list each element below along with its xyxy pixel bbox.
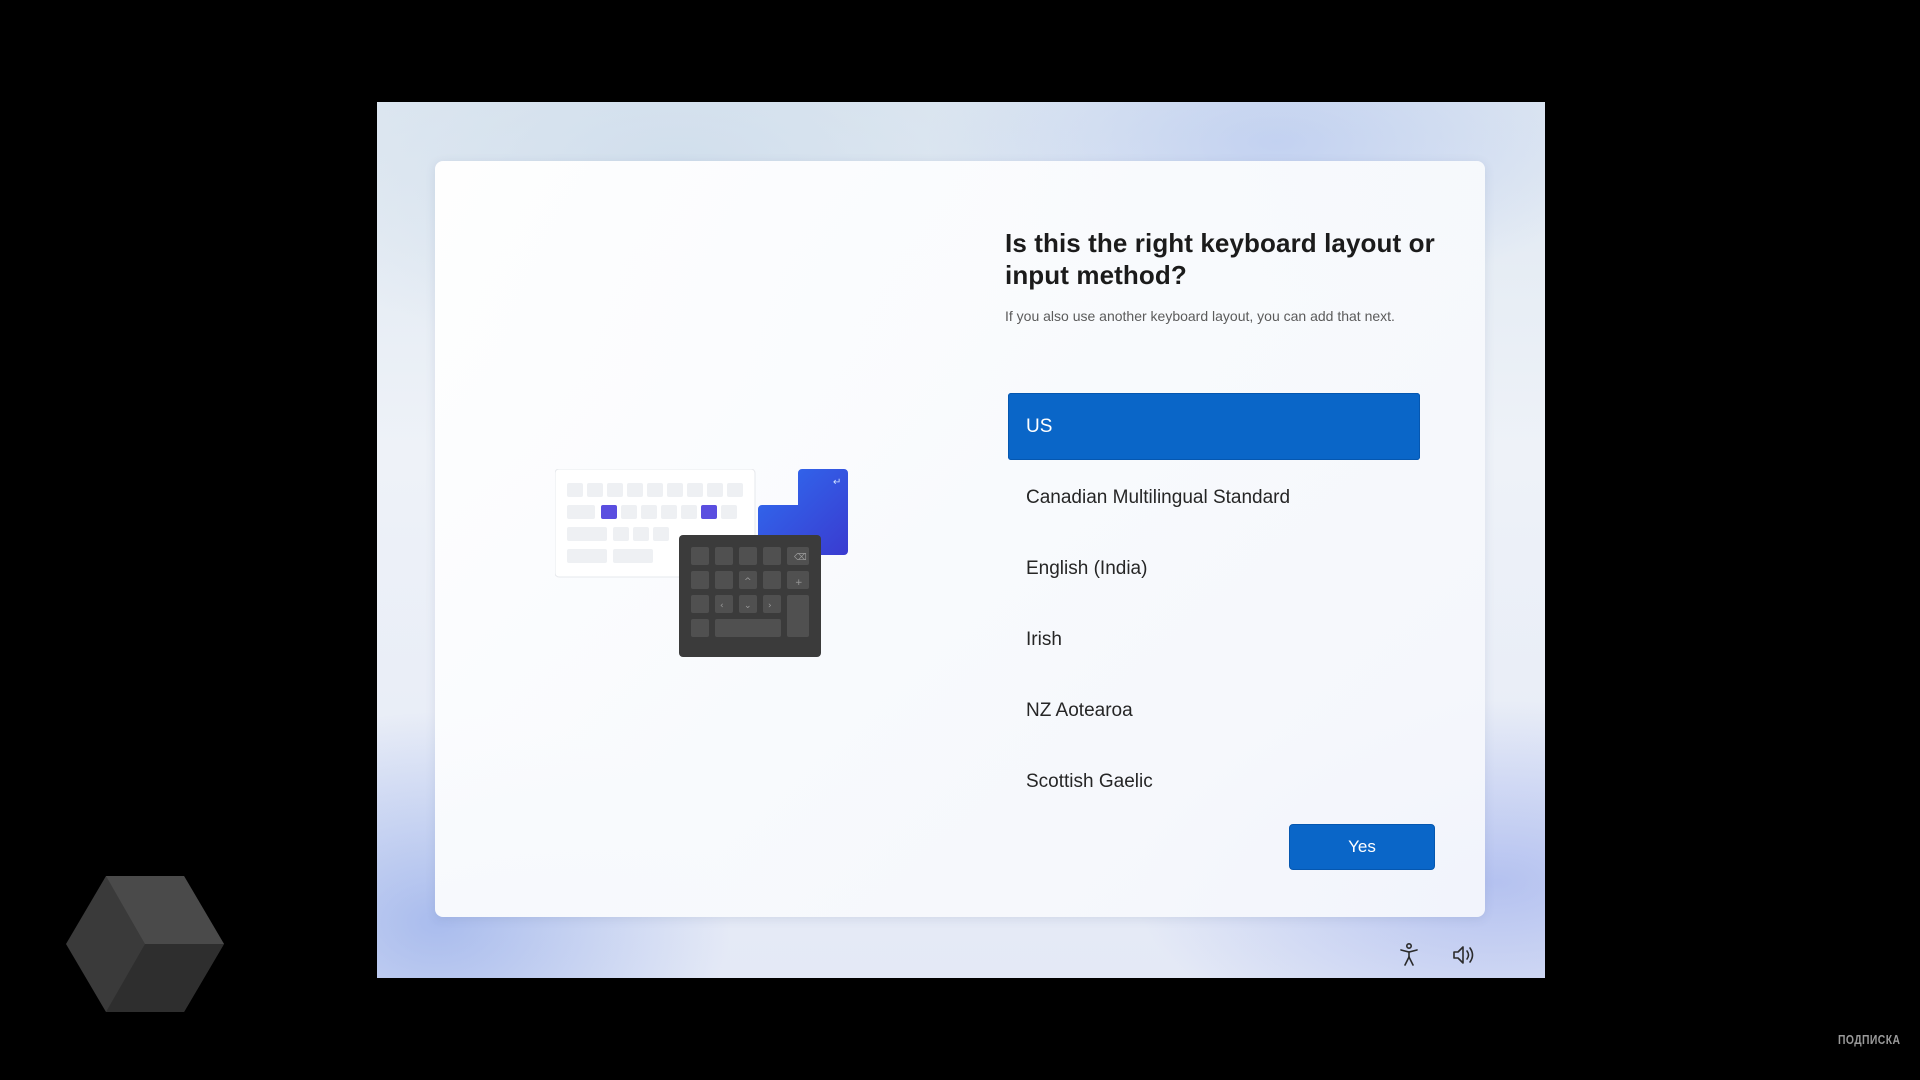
volume-icon[interactable] (1449, 940, 1479, 970)
watermark-text: ПОДПИСКА (1838, 1032, 1901, 1047)
svg-text:⌄: ⌄ (744, 601, 752, 611)
oobe-screen: ↵ ⌫ ^ + ‹ ⌄ › Is this the right keyboard… (377, 102, 1545, 978)
layout-item-label: Scottish Gaelic (1026, 770, 1153, 792)
yes-button[interactable]: Yes (1289, 824, 1435, 870)
svg-text:↵: ↵ (833, 477, 841, 488)
layout-item-label: US (1026, 415, 1053, 437)
hexagon-logo-icon (66, 876, 224, 1012)
svg-text:›: › (768, 601, 772, 611)
page-subtitle: If you also use another keyboard layout,… (1005, 308, 1395, 324)
page-title: Is this the right keyboard layout or inp… (1005, 228, 1435, 290)
layout-item-irish[interactable]: Irish (1008, 606, 1420, 673)
keyboard-illustration: ↵ ⌫ ^ + ‹ ⌄ › (555, 469, 848, 657)
layout-item-nz-aotearoa[interactable]: NZ Aotearoa (1008, 677, 1420, 744)
layout-item-label: NZ Aotearoa (1026, 699, 1133, 721)
setup-content: Is this the right keyboard layout or inp… (1005, 227, 1445, 791)
svg-text:⌫: ⌫ (793, 553, 807, 563)
layout-item-us[interactable]: US (1008, 393, 1420, 460)
layout-item-label: Canadian Multilingual Standard (1026, 486, 1291, 508)
accessibility-icon[interactable] (1394, 940, 1424, 970)
svg-text:‹: ‹ (720, 601, 724, 611)
layout-item-english-india[interactable]: English (India) (1008, 535, 1420, 602)
keyboard-layout-list[interactable]: US Canadian Multilingual Standard Englis… (1008, 393, 1420, 791)
layout-item-canadian-multilingual[interactable]: Canadian Multilingual Standard (1008, 464, 1420, 531)
layout-item-scottish-gaelic[interactable]: Scottish Gaelic (1008, 748, 1420, 792)
svg-text:^: ^ (744, 577, 752, 587)
layout-item-label: English (India) (1026, 557, 1148, 579)
setup-card: ↵ ⌫ ^ + ‹ ⌄ › Is this the right keyboard… (435, 161, 1485, 917)
layout-item-label: Irish (1026, 628, 1062, 650)
svg-text:+: + (795, 578, 803, 588)
